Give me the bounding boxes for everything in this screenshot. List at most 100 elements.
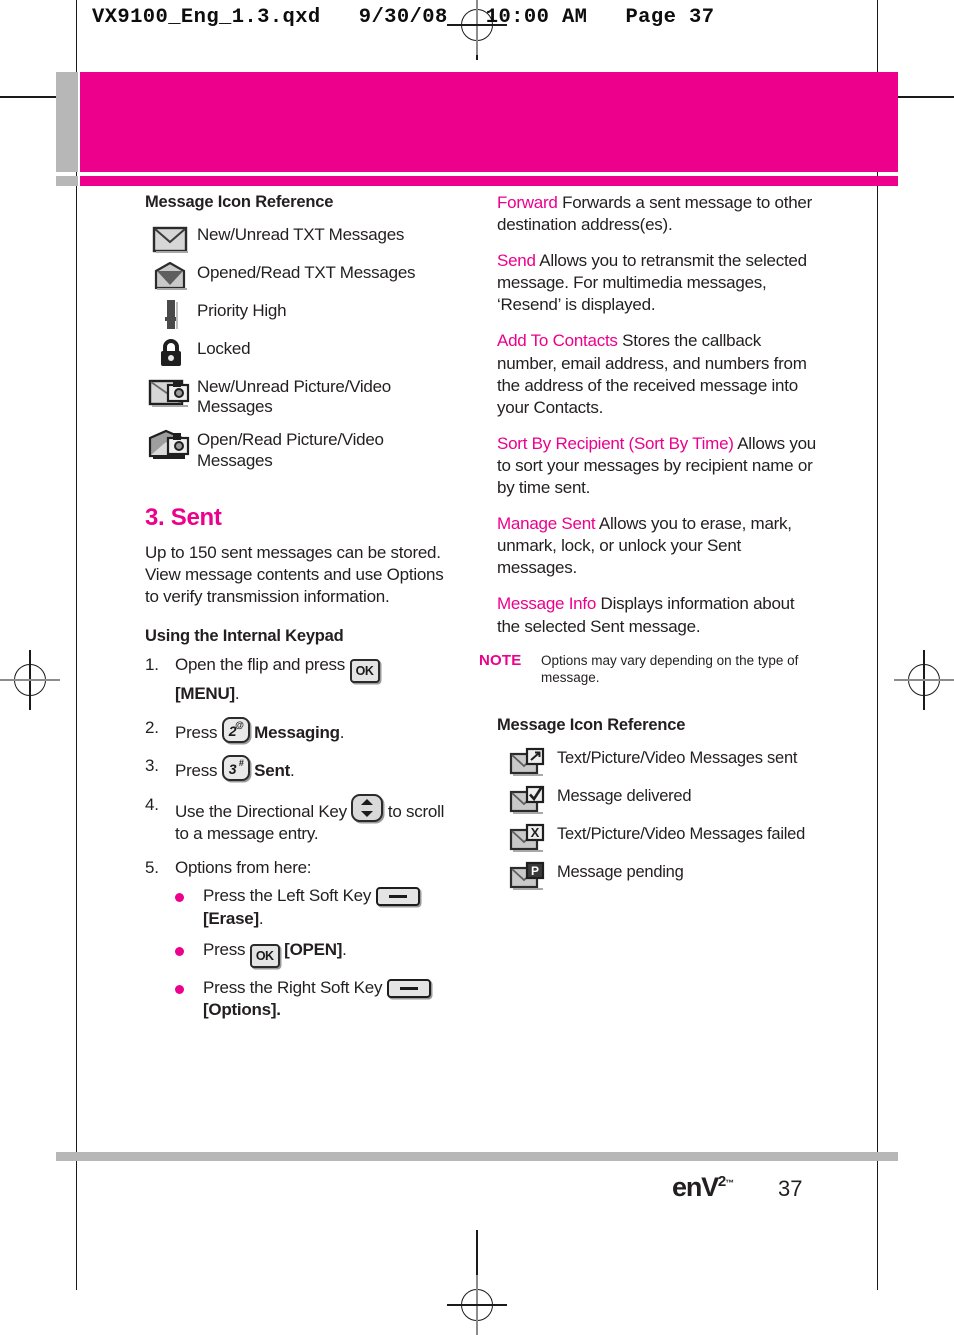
envelope-picture-new-icon <box>145 373 197 409</box>
step-number: 2. <box>145 717 159 737</box>
option-desc: Allows you to retransmit the selected me… <box>497 251 807 315</box>
icon-reference-item: New/Unread Picture/Video Messages <box>145 373 460 418</box>
icon-reference-label: Message delivered <box>557 786 692 805</box>
bullet-item: Press the Left Soft Key [Erase]. <box>175 885 460 930</box>
step-number: 1. <box>145 655 159 675</box>
bullet-dot-icon <box>175 939 203 968</box>
crop-line-top-right <box>894 96 954 98</box>
option-term: Forward <box>497 193 558 212</box>
left-column: Message Icon Reference New/Unread TXT Me… <box>145 192 460 1033</box>
envelope-arrow-sent-icon <box>497 744 557 778</box>
note-text: Options may vary depending on the type o… <box>541 652 799 686</box>
bullet-text: Press OK [OPEN]. <box>203 939 347 968</box>
registration-mark-bottom <box>447 1275 507 1335</box>
step-item: 3. Press 3 # Sent. <box>145 755 460 782</box>
num2-key-icon: 2 @ <box>221 716 250 743</box>
step-text-bold: Messaging <box>254 722 340 742</box>
option-term: Message Info <box>497 594 597 614</box>
envelope-x-failed-icon: X <box>497 820 557 854</box>
step-text-end: . <box>234 684 240 704</box>
step-text: Press 3 # Sent. <box>175 755 460 782</box>
step-text: Options from here: <box>175 857 312 877</box>
banner-rule-side-tab <box>56 176 78 186</box>
step-text-bold: [MENU] <box>175 684 235 704</box>
envelope-picture-open-icon <box>145 426 197 462</box>
ok-key-icon: OK <box>349 659 380 684</box>
bullet-dot-icon <box>175 885 203 930</box>
icon-reference-item: Priority High <box>145 297 460 331</box>
bullet-text-bold: [Erase] <box>203 908 259 928</box>
directional-key-icon <box>351 793 384 822</box>
option-entry: Message Info Displays information about … <box>497 593 817 637</box>
registration-mark-right <box>894 650 954 710</box>
page-number: 37 <box>778 1176 803 1201</box>
brand-logo: enV2™ <box>672 1172 734 1203</box>
icon-reference-item: Message delivered <box>497 782 817 816</box>
icon-reference-label: Opened/Read TXT Messages <box>197 262 416 282</box>
icon-reference-label: New/Unread TXT Messages <box>197 224 405 244</box>
bullet-text: Press the Left Soft Key [Erase]. <box>203 885 420 930</box>
crop-line-top-left <box>0 96 60 98</box>
option-entry: Add To Contacts Stores the callback numb… <box>497 330 817 418</box>
right-icon-reference-heading: Message Icon Reference <box>497 716 686 735</box>
left-icon-reference-heading: Message Icon Reference <box>145 193 334 211</box>
soft-key-icon <box>375 887 420 907</box>
padlock-icon <box>145 335 197 369</box>
exclamation-priority-icon <box>145 297 197 331</box>
bullet-text-before: Press the Right Soft Key <box>203 977 387 997</box>
keypad-heading: Using the Internal Keypad <box>145 626 344 645</box>
icon-reference-item: Locked <box>145 335 460 369</box>
step-text-before: Press <box>175 761 222 781</box>
bullet-item: Press OK [OPEN]. <box>175 939 460 968</box>
svg-text:P: P <box>531 864 539 878</box>
icon-reference-label: Priority High <box>197 300 287 320</box>
step-text: Press 2 @ Messaging. <box>175 716 460 744</box>
chapter-banner <box>80 72 898 172</box>
icon-reference-item: New/Unread TXT Messages <box>145 221 460 255</box>
bullet-text-bold: [Options]. <box>203 1000 281 1020</box>
envelope-check-delivered-icon <box>497 782 557 816</box>
option-term: Add To Contacts <box>497 331 618 351</box>
icon-reference-label: Message pending <box>557 862 684 881</box>
registration-mark-left <box>0 650 60 710</box>
bullet-text: Press the Right Soft Key [Options]. <box>203 977 431 1022</box>
note-label: NOTE <box>479 651 522 669</box>
step-number: 3. <box>145 756 159 776</box>
icon-reference-item: Text/Picture/Video Messages sent <box>497 744 817 778</box>
step-text-end: . <box>339 722 345 742</box>
step-text-before: Press <box>175 722 222 742</box>
banner-rule <box>80 176 898 186</box>
bullet-text-before: Press the Left Soft Key <box>203 886 376 906</box>
bullet-dot-icon <box>175 977 203 1022</box>
bullet-text-end: . <box>258 908 264 928</box>
step-item: 5. Options from here: Press the Left Sof… <box>145 857 460 1022</box>
bullet-text-bold: [OPEN] <box>284 939 343 959</box>
page-section-title: 3. Sent <box>145 503 222 531</box>
num3-key-icon: 3 # <box>221 755 250 782</box>
bullet-list: Press the Left Soft Key [Erase]. Press O… <box>175 885 460 1022</box>
trademark-icon: ™ <box>725 1178 734 1188</box>
step-text-end: . <box>290 761 295 781</box>
icon-reference-label: Text/Picture/Video Messages failed <box>557 824 805 843</box>
soft-key-icon <box>386 978 431 998</box>
step-item: 2. Press 2 @ Messaging. <box>145 716 460 744</box>
note-block: NOTE Options may vary depending on the t… <box>479 652 817 688</box>
steps-list: 1. Open the flip and press OK [MENU]. 2. … <box>145 654 460 1021</box>
footer-rule <box>56 1152 898 1161</box>
bullet-text-before: Press <box>203 939 250 959</box>
icon-reference-label: Locked <box>197 338 251 358</box>
envelope-p-pending-icon: P <box>497 858 557 892</box>
option-entry: Sort By Recipient (Sort By Time) Allows … <box>497 433 817 499</box>
option-term: Manage Sent <box>497 514 596 534</box>
svg-text:X: X <box>531 825 540 840</box>
brand-superscript: 2 <box>717 1173 726 1190</box>
print-header-text: VX9100_Eng_1.3.qxd 9/30/08 10:00 AM Page… <box>92 6 715 29</box>
envelope-open-icon <box>145 259 197 293</box>
section-body-text: Up to 150 sent messages can be stored. V… <box>145 542 444 606</box>
step-text-bold: Sent <box>254 761 291 781</box>
icon-reference-item: Open/Read Picture/Video Messages <box>145 426 460 471</box>
icon-reference-label: Open/Read Picture/Video Messages <box>197 430 384 470</box>
step-number: 4. <box>145 794 159 814</box>
icon-reference-item: X Text/Picture/Video Messages failed <box>497 820 817 854</box>
bullet-item: Press the Right Soft Key [Options]. <box>175 977 460 1022</box>
